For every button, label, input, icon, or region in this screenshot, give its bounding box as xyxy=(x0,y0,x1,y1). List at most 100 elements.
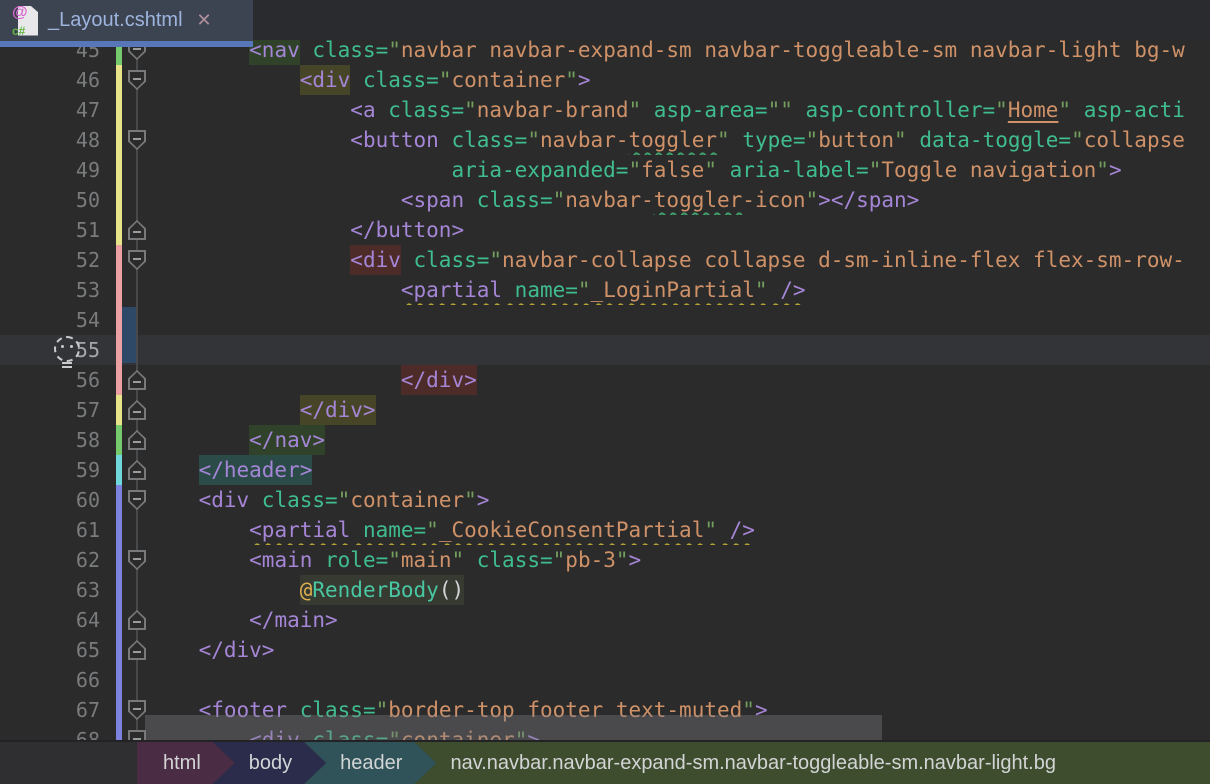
fold-marker-close-icon[interactable] xyxy=(128,460,146,480)
gutter-pad xyxy=(100,575,116,605)
code-token: " xyxy=(616,545,629,575)
fold-gutter[interactable] xyxy=(122,575,148,605)
fold-gutter[interactable] xyxy=(122,485,148,515)
fold-gutter[interactable] xyxy=(122,365,148,395)
gutter-pad xyxy=(100,365,116,395)
fold-marker-open-icon[interactable] xyxy=(128,550,146,570)
gutter-pad xyxy=(100,65,116,95)
code-text[interactable]: <button class="navbar-toggler" type="but… xyxy=(148,125,1210,155)
gutter-pad xyxy=(100,185,116,215)
line-number[interactable]: 63 xyxy=(0,575,100,605)
code-text[interactable]: <nav class="navbar navbar-expand-sm navb… xyxy=(148,40,1210,65)
line-number[interactable]: 53 xyxy=(0,275,100,305)
code-token: <div xyxy=(300,65,351,95)
line-number[interactable]: 64 xyxy=(0,605,100,635)
code-text[interactable]: </div> xyxy=(148,395,1210,425)
line-number[interactable]: 68 xyxy=(0,725,100,740)
fold-gutter[interactable] xyxy=(122,425,148,455)
code-text[interactable]: <main role="main" class="pb-3"> xyxy=(148,545,1210,575)
fold-marker-open-icon[interactable] xyxy=(128,700,146,720)
code-token: button xyxy=(818,125,894,155)
code-text[interactable] xyxy=(148,305,1210,335)
line-number[interactable]: 47 xyxy=(0,95,100,125)
fold-gutter[interactable] xyxy=(122,185,148,215)
line-number[interactable]: 56 xyxy=(0,365,100,395)
fold-gutter[interactable] xyxy=(122,545,148,575)
code-text[interactable]: </button> xyxy=(148,215,1210,245)
code-text[interactable]: <partial name="_LoginPartial" /> xyxy=(148,275,1210,305)
fold-gutter[interactable] xyxy=(122,65,148,95)
editor[interactable]: 45 <nav class="navbar navbar-expand-sm n… xyxy=(0,40,1210,740)
fold-marker-close-icon[interactable] xyxy=(128,220,146,240)
code-text[interactable] xyxy=(148,665,1210,695)
code-text[interactable]: <div class="navbar-collapse collapse d-s… xyxy=(148,245,1210,275)
editor-tab[interactable]: @ c# _Layout.cshtml ✕ xyxy=(0,0,253,47)
fold-gutter[interactable] xyxy=(122,455,148,485)
code-text[interactable]: </header> xyxy=(148,455,1210,485)
fold-marker-close-icon[interactable] xyxy=(128,640,146,660)
fold-marker-close-icon[interactable] xyxy=(128,400,146,420)
fold-marker-open-icon[interactable] xyxy=(128,490,146,510)
fold-gutter[interactable] xyxy=(122,155,148,185)
line-number[interactable]: 65 xyxy=(0,635,100,665)
line-number[interactable]: 54 xyxy=(0,305,100,335)
close-icon[interactable]: ✕ xyxy=(197,10,212,31)
line-number[interactable]: 58 xyxy=(0,425,100,455)
code-text[interactable]: </div> xyxy=(148,635,1210,665)
code-text[interactable]: <a class="navbar-brand" asp-area="" asp-… xyxy=(148,95,1210,125)
line-number[interactable]: 59 xyxy=(0,455,100,485)
fold-gutter[interactable] xyxy=(122,275,148,305)
fold-gutter[interactable] xyxy=(122,665,148,695)
line-number[interactable]: 48 xyxy=(0,125,100,155)
code-text[interactable]: <div class="container"> xyxy=(148,485,1210,515)
line-number[interactable]: 49 xyxy=(0,155,100,185)
breadcrumb-item-nav[interactable]: nav.navbar.navbar-expand-sm.navbar-toggl… xyxy=(414,742,1210,784)
intention-lightbulb-icon[interactable] xyxy=(54,336,80,362)
fold-marker-open-icon[interactable] xyxy=(128,250,146,270)
fold-marker-close-icon[interactable] xyxy=(128,430,146,450)
code-text[interactable]: </nav> xyxy=(148,425,1210,455)
line-number[interactable]: 46 xyxy=(0,65,100,95)
fold-marker-close-icon[interactable] xyxy=(128,370,146,390)
fold-gutter[interactable] xyxy=(122,125,148,155)
fold-gutter[interactable] xyxy=(122,245,148,275)
razor-at-glyph: @ xyxy=(12,4,28,22)
code-text[interactable]: <span class="navbar-toggler-icon"></span… xyxy=(148,185,1210,215)
code-text[interactable] xyxy=(148,335,1210,365)
line-number[interactable]: 60 xyxy=(0,485,100,515)
line-number[interactable]: 61 xyxy=(0,515,100,545)
line-number[interactable]: 51 xyxy=(0,215,100,245)
fold-marker-open-icon[interactable] xyxy=(128,130,146,150)
code-token: class= xyxy=(376,95,465,125)
line-number[interactable]: 57 xyxy=(0,395,100,425)
fold-gutter[interactable] xyxy=(122,215,148,245)
fold-gutter[interactable] xyxy=(122,95,148,125)
code-text[interactable]: <div class="container"> xyxy=(148,65,1210,95)
code-text[interactable]: aria-expanded="false" aria-label="Toggle… xyxy=(148,155,1210,185)
code-text[interactable]: <partial name="_CookieConsentPartial" /> xyxy=(148,515,1210,545)
code-token: navbar-brand xyxy=(477,95,629,125)
code-token: " xyxy=(527,125,540,155)
fold-marker-open-icon[interactable] xyxy=(128,70,146,90)
line-number[interactable]: 55 xyxy=(0,335,100,365)
fold-marker-open-icon[interactable] xyxy=(128,730,146,740)
line-number[interactable]: 66 xyxy=(0,665,100,695)
code-token: name= xyxy=(350,515,426,545)
code-text[interactable]: </main> xyxy=(148,605,1210,635)
line-number[interactable]: 50 xyxy=(0,185,100,215)
fold-gutter[interactable] xyxy=(122,635,148,665)
fold-gutter[interactable] xyxy=(122,605,148,635)
line-number[interactable]: 52 xyxy=(0,245,100,275)
code-line-49: 49 aria-expanded="false" aria-label="Tog… xyxy=(0,155,1210,185)
code-token: asp-area= xyxy=(641,95,767,125)
fold-gutter[interactable] xyxy=(122,515,148,545)
gutter-pad xyxy=(100,485,116,515)
fold-gutter[interactable] xyxy=(122,395,148,425)
code-token: toggler xyxy=(654,185,743,215)
fold-marker-close-icon[interactable] xyxy=(128,610,146,630)
line-number[interactable]: 62 xyxy=(0,545,100,575)
line-number[interactable]: 67 xyxy=(0,695,100,725)
code-text[interactable]: </div> xyxy=(148,365,1210,395)
code-token: /> xyxy=(717,515,755,545)
code-text[interactable]: @RenderBody() xyxy=(148,575,1210,605)
